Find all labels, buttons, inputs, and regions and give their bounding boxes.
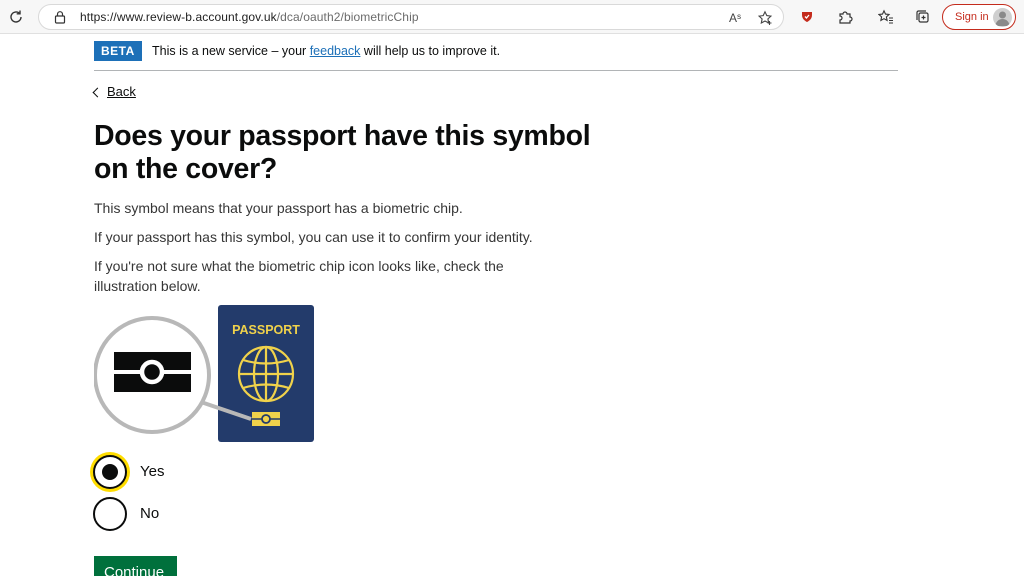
extensions-puzzle-icon[interactable] [835, 7, 855, 27]
beta-tag: BETA [94, 41, 142, 61]
continue-button[interactable]: Continue [94, 556, 177, 576]
globe-icon [237, 345, 295, 403]
phase-banner-text: This is a new service – your feedback wi… [152, 44, 500, 58]
extension-shield-icon[interactable] [797, 7, 817, 27]
chip-meaning-paragraph: This symbol means that your passport has… [94, 200, 463, 216]
lock-icon [54, 11, 66, 24]
radio-yes-circle[interactable] [93, 455, 127, 489]
favorites-icon[interactable] [876, 7, 896, 27]
passport-chip-icon [252, 412, 280, 426]
url-text: https://www.review-b.account.gov.uk/dca/… [80, 10, 419, 24]
phase-text-before: This is a new service – your [152, 44, 310, 58]
back-link-label: Back [107, 84, 136, 99]
radio-no-circle[interactable] [93, 497, 127, 531]
radio-yes-dot [102, 464, 118, 480]
favorite-add-icon[interactable] [756, 9, 774, 27]
radio-yes-label[interactable]: Yes [140, 463, 164, 480]
passport-chip-illustration: PASSPORT [94, 305, 314, 442]
passport-cover-text: PASSPORT [232, 323, 300, 337]
back-link[interactable]: Back [92, 84, 136, 99]
collections-icon[interactable] [913, 7, 933, 27]
phase-text-after: will help us to improve it. [360, 44, 501, 58]
page-title: Does your passport have this symbol on t… [94, 120, 591, 185]
confirm-identity-paragraph: If your passport has this symbol, you ca… [94, 229, 533, 245]
address-bar[interactable]: https://www.review-b.account.gov.uk/dca/… [38, 4, 784, 30]
browser-toolbar: https://www.review-b.account.gov.uk/dca/… [0, 0, 1024, 34]
reload-icon [10, 10, 22, 23]
radio-yes[interactable]: Yes [93, 455, 293, 491]
sign-in-button[interactable]: Sign in [942, 4, 1016, 30]
biometric-chip-icon [114, 352, 191, 392]
radio-no[interactable]: No [93, 497, 293, 533]
radio-no-label[interactable]: No [140, 505, 159, 522]
url-path: /dca/oauth2/biometricChip [276, 10, 419, 24]
read-aloud-icon[interactable]: Aˢ [726, 9, 744, 27]
phase-banner: BETA This is a new service – your feedba… [94, 40, 898, 71]
url-host: https://www.review-b.account.gov.uk [80, 10, 277, 24]
not-sure-paragraph: If you're not sure what the biometric ch… [94, 258, 504, 294]
chevron-left-icon [92, 87, 103, 97]
avatar-icon [993, 8, 1012, 27]
reload-button[interactable] [6, 7, 26, 27]
feedback-link[interactable]: feedback [310, 44, 361, 58]
sign-in-label: Sign in [955, 11, 989, 23]
